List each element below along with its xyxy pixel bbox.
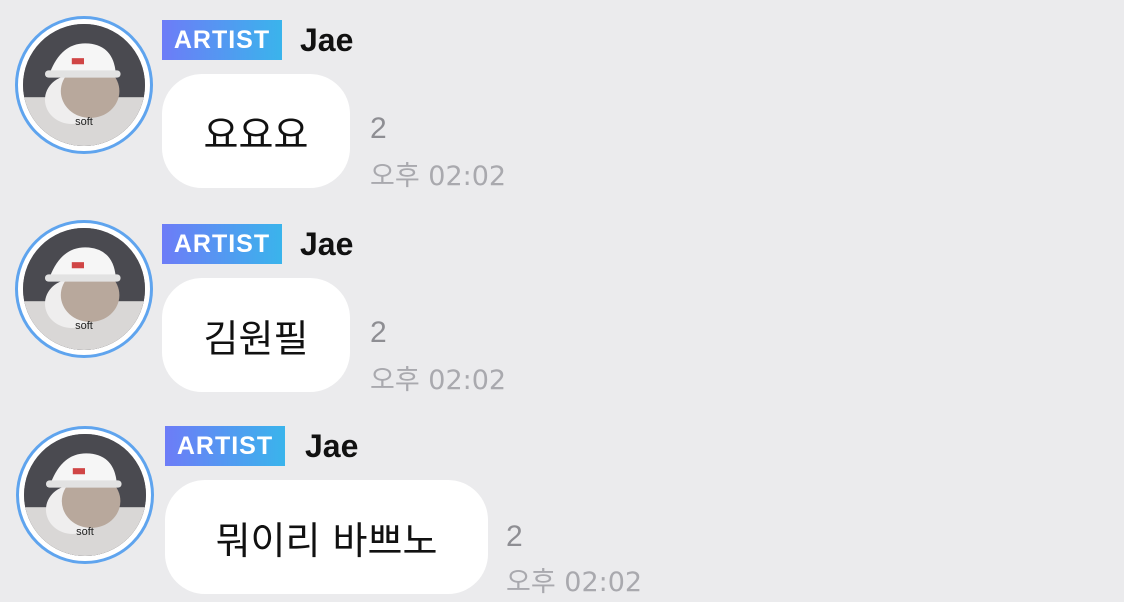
message-bubble[interactable]: 요요요 [162, 74, 350, 188]
avatar-caption: soft [75, 116, 93, 128]
message-bubble[interactable]: 김원필 [162, 278, 350, 392]
artist-badge: ARTIST [162, 224, 282, 264]
unread-count: 2 [370, 112, 387, 145]
sender-name[interactable]: Jae [300, 22, 353, 59]
avatar[interactable]: soft [15, 220, 153, 358]
artist-badge: ARTIST [165, 426, 285, 466]
message-row: soft ARTIST Jae 김원필 2 오후 02:02 [0, 204, 1124, 396]
message-time: 오후 02:02 [370, 365, 507, 396]
avatar-caption: soft [75, 320, 93, 332]
avatar[interactable]: soft [16, 426, 154, 564]
chat-thread: soft ARTIST Jae 요요요 2 오후 02:02 soft ARTI… [0, 0, 1124, 602]
unread-count: 2 [506, 520, 523, 553]
message-time: 오후 02:02 [506, 567, 643, 598]
sender-name[interactable]: Jae [300, 226, 353, 263]
artist-badge: ARTIST [162, 20, 282, 60]
avatar-image: soft [23, 24, 145, 146]
avatar-caption: soft [76, 526, 94, 538]
sender-name[interactable]: Jae [305, 428, 358, 465]
avatar-image: soft [24, 434, 146, 556]
message-time: 오후 02:02 [370, 161, 507, 192]
message-row: soft ARTIST Jae 뭐이리 바쁘노 2 오후 02:02 [0, 406, 1124, 598]
message-row: soft ARTIST Jae 요요요 2 오후 02:02 [0, 0, 1124, 192]
avatar-image: soft [23, 228, 145, 350]
avatar[interactable]: soft [15, 16, 153, 154]
unread-count: 2 [370, 316, 387, 349]
message-bubble[interactable]: 뭐이리 바쁘노 [165, 480, 488, 594]
